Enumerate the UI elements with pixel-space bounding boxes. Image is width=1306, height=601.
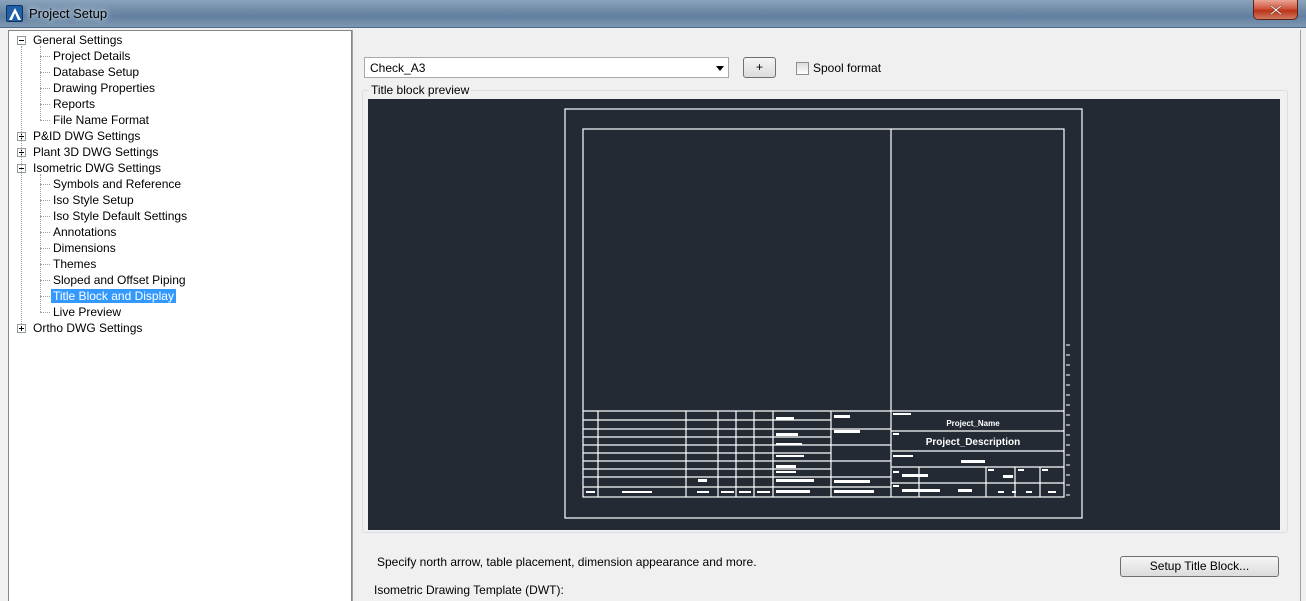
title-block-preview: Project_Name Project_Description bbox=[368, 99, 1280, 530]
tree-connector bbox=[40, 56, 50, 57]
tree-item-label: Project Details bbox=[53, 49, 131, 63]
preview-group-label: Title block preview bbox=[369, 83, 472, 97]
tree-item-label: Dimensions bbox=[53, 241, 116, 255]
tree-item-label: Database Setup bbox=[53, 65, 140, 79]
project-name-text: Project_Name bbox=[946, 419, 1000, 428]
tree-item[interactable]: Plant 3D DWG Settings bbox=[31, 144, 160, 160]
tree-connector bbox=[40, 264, 50, 265]
tree-item-label: Ortho DWG Settings bbox=[33, 321, 143, 335]
tree-item-label: Annotations bbox=[53, 225, 117, 239]
tree-item[interactable]: Live Preview bbox=[51, 304, 123, 320]
tree-connector bbox=[40, 312, 50, 313]
add-format-button[interactable]: + bbox=[743, 57, 776, 78]
tree-item[interactable]: Ortho DWG Settings bbox=[31, 320, 144, 336]
tree-item[interactable]: Isometric DWG Settings bbox=[31, 160, 163, 176]
panel-edge bbox=[1300, 30, 1301, 601]
tree-item[interactable]: P&ID DWG Settings bbox=[31, 128, 142, 144]
tree-item[interactable]: Themes bbox=[51, 256, 98, 272]
tree-connector bbox=[40, 280, 50, 281]
tree-connector bbox=[40, 46, 41, 120]
tree-item[interactable]: Drawing Properties bbox=[51, 80, 157, 96]
tree-item[interactable]: Sloped and Offset Piping bbox=[51, 272, 188, 288]
settings-tree[interactable]: General Settings Project Details Database … bbox=[8, 30, 352, 601]
tree-connector bbox=[40, 248, 50, 249]
revision-table bbox=[583, 410, 891, 497]
tree-connector bbox=[40, 120, 50, 121]
tree-item-label: Title Block and Display bbox=[51, 289, 176, 303]
tree-item[interactable]: Title Block and Display bbox=[51, 288, 176, 304]
title-block-format-select[interactable]: Check_A3 bbox=[364, 57, 729, 78]
tree-item-label: Symbols and Reference bbox=[53, 177, 182, 191]
tree-item-label: Live Preview bbox=[53, 305, 122, 319]
tree-item[interactable]: Database Setup bbox=[51, 64, 141, 80]
tree-item[interactable]: Annotations bbox=[51, 224, 118, 240]
tree-item-label: File Name Format bbox=[53, 113, 150, 127]
tree-item[interactable]: Iso Style Default Settings bbox=[51, 208, 189, 224]
tree-item[interactable]: Iso Style Setup bbox=[51, 192, 136, 208]
tree-connector bbox=[40, 232, 50, 233]
page-description: Specify north arrow, table placement, di… bbox=[377, 555, 757, 569]
spool-format-label[interactable]: Spool format bbox=[813, 61, 881, 75]
tree-item[interactable]: General Settings bbox=[31, 32, 124, 48]
setup-title-block-button[interactable]: Setup Title Block... bbox=[1120, 556, 1279, 577]
side-ticks bbox=[1066, 344, 1070, 496]
chevron-down-icon bbox=[716, 66, 724, 71]
tree-connector bbox=[40, 216, 50, 217]
tree-item-label: Iso Style Setup bbox=[53, 193, 134, 207]
spool-format-checkbox[interactable] bbox=[796, 62, 809, 75]
title-bar: Project Setup bbox=[0, 0, 1306, 28]
tree-item[interactable]: Reports bbox=[51, 96, 97, 112]
tree-item-label: P&ID DWG Settings bbox=[33, 129, 141, 143]
expand-plus-icon[interactable] bbox=[17, 324, 26, 333]
tree-connector bbox=[40, 104, 50, 105]
tree-item-label: Drawing Properties bbox=[53, 81, 156, 95]
tree-item[interactable]: Dimensions bbox=[51, 240, 118, 256]
template-label: Isometric Drawing Template (DWT): bbox=[374, 583, 564, 597]
close-button[interactable] bbox=[1253, 0, 1298, 20]
tree-item[interactable]: File Name Format bbox=[51, 112, 151, 128]
autocad-a-icon[interactable] bbox=[6, 5, 23, 22]
tree-connector bbox=[40, 88, 50, 89]
collapse-minus-icon[interactable] bbox=[17, 36, 26, 45]
tree-item-label: Reports bbox=[53, 97, 96, 111]
tree-connector bbox=[40, 200, 50, 201]
tree-item-label: Iso Style Default Settings bbox=[53, 209, 188, 223]
title-block-drawing: Project_Name Project_Description bbox=[564, 108, 1083, 519]
project-description-text: Project_Description bbox=[926, 437, 1020, 448]
close-icon bbox=[1270, 5, 1282, 15]
tree-connector bbox=[40, 174, 41, 312]
tree-item-label: Sloped and Offset Piping bbox=[53, 273, 186, 287]
tree-connector bbox=[40, 296, 50, 297]
tree-connector bbox=[40, 72, 50, 73]
panel-divider bbox=[352, 30, 353, 601]
window-title: Project Setup bbox=[29, 6, 108, 21]
tree-item-label: Themes bbox=[53, 257, 97, 271]
tree-item[interactable]: Project Details bbox=[51, 48, 132, 64]
tree-item-label: Plant 3D DWG Settings bbox=[33, 145, 159, 159]
tree-connector bbox=[21, 46, 22, 324]
sheet-border bbox=[564, 108, 1083, 519]
tree-item-label: Isometric DWG Settings bbox=[33, 161, 162, 175]
tree-connector bbox=[40, 184, 50, 185]
tree-item-label: General Settings bbox=[33, 33, 123, 47]
tree-item[interactable]: Symbols and Reference bbox=[51, 176, 183, 192]
format-select-value: Check_A3 bbox=[370, 61, 426, 75]
